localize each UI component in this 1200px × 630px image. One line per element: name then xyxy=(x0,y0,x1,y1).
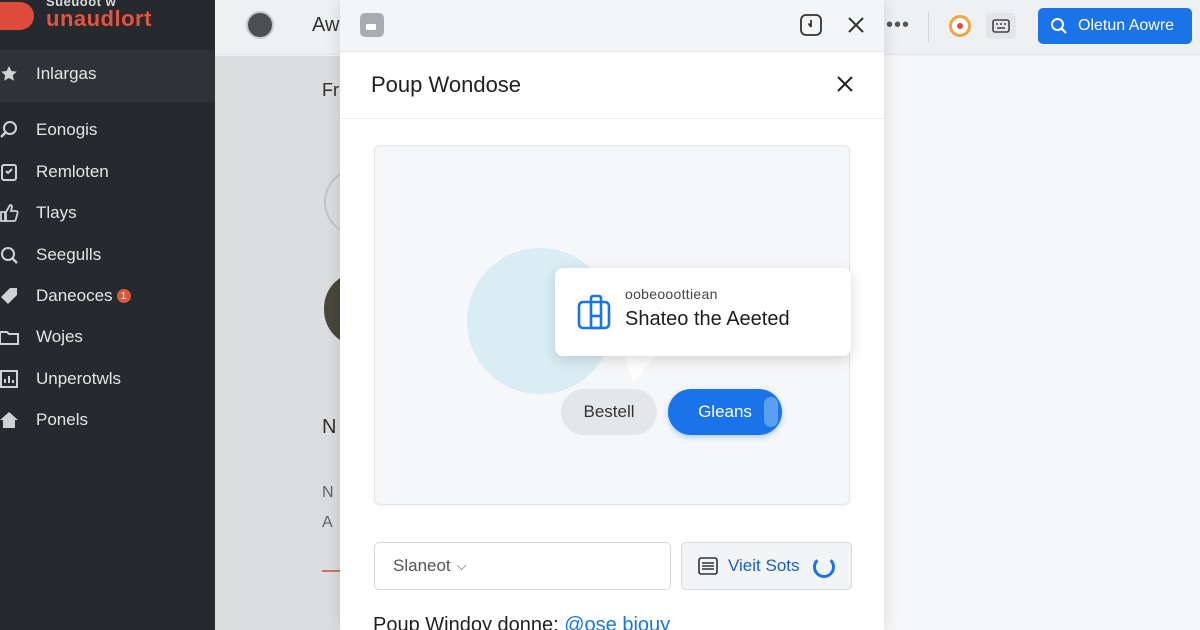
sidebar-item-ponels[interactable]: Ponels xyxy=(0,400,215,440)
search-icon xyxy=(0,244,20,266)
sidebar-item-seegulls[interactable]: Seegulls xyxy=(0,235,215,275)
popup-title: Poup Wondose xyxy=(371,72,522,97)
popup-window: Poup Wondose oobeooottiean Shateo the Ae… xyxy=(340,0,884,630)
star-icon xyxy=(0,63,20,85)
sidebar-item-label: Tlays xyxy=(36,203,77,222)
search-icon xyxy=(1050,17,1068,35)
thumbs-up-icon xyxy=(0,202,20,224)
divider xyxy=(928,12,929,42)
divider xyxy=(340,118,884,119)
cursor-icon xyxy=(764,397,778,427)
sidebar-item-daneoces[interactable]: Daneoces 1 xyxy=(0,276,215,316)
footer-text: Poup Windoy donne: xyxy=(373,614,559,630)
share-document-icon xyxy=(577,294,611,330)
chevron-down-icon: ⌵ xyxy=(456,558,467,573)
clipboard-icon xyxy=(0,161,20,183)
sidebar-item-eonogis[interactable]: Eonogis xyxy=(0,110,215,150)
sidebar-item-label: Unperotwls xyxy=(36,369,122,388)
top-primary-button[interactable]: Oletun Aowre xyxy=(1038,8,1192,44)
view-sets-label: Vieit Sots xyxy=(728,556,800,575)
sidebar-item-label: Seegulls xyxy=(36,245,102,264)
sidebar: Sueuoot w unaudlort Inlargas Eonogis Rem… xyxy=(0,0,215,630)
sidebar-item-inlargas[interactable]: Inlargas xyxy=(0,54,215,94)
sidebar-item-label: Remloten xyxy=(36,162,109,181)
footer-link[interactable]: @ose biouy xyxy=(564,614,670,630)
home-icon xyxy=(0,409,20,431)
sidebar-item-tlays[interactable]: Tlays xyxy=(0,193,215,233)
tooltip-caption: oobeooottiean xyxy=(625,286,718,302)
popup-title-bar xyxy=(340,0,884,52)
sidebar-item-label: Wojes xyxy=(36,327,83,346)
sidebar-item-label: Eonogis xyxy=(36,120,98,139)
tooltip-bubble: oobeooottiean Shateo the Aeeted xyxy=(555,268,851,356)
avatar[interactable] xyxy=(246,11,274,39)
tag-icon xyxy=(0,285,20,307)
brand-name: unaudlort xyxy=(46,6,152,31)
app-icon xyxy=(360,13,384,37)
notification-badge: 1 xyxy=(116,289,131,303)
keyboard-icon[interactable] xyxy=(986,13,1016,39)
brand: Sueuoot w unaudlort xyxy=(0,0,215,48)
folder-icon xyxy=(0,326,20,348)
select-value: Slaneot xyxy=(393,556,451,575)
secondary-button[interactable]: Bestell xyxy=(561,389,657,435)
window-close-icon[interactable] xyxy=(843,12,869,38)
top-primary-button-label: Oletun Aowre xyxy=(1078,17,1175,34)
search-icon xyxy=(0,119,20,141)
sidebar-item-label: Daneoces xyxy=(36,286,113,305)
primary-button-label: Gleans xyxy=(698,402,752,421)
tooltip-text: Shateo the Aeeted xyxy=(625,308,790,330)
view-sets-button[interactable]: Vieit Sots xyxy=(681,542,852,590)
pin-icon[interactable] xyxy=(798,12,824,38)
tooltip-tail xyxy=(623,352,659,382)
backdrop-overlay xyxy=(215,56,340,630)
brand-logo-icon xyxy=(0,2,34,30)
sidebar-item-remloten[interactable]: Remloten xyxy=(0,152,215,192)
status-indicator-icon[interactable] xyxy=(949,15,971,37)
list-icon xyxy=(698,557,718,575)
popup-footer: Poup Windoy donne: @ose biouy xyxy=(373,614,670,630)
sidebar-item-label: Ponels xyxy=(36,410,88,429)
primary-button[interactable]: Gleans xyxy=(668,389,782,435)
chart-icon xyxy=(0,368,20,390)
sidebar-item-label: Inlargas xyxy=(36,64,97,83)
top-bar-text: Aw xyxy=(312,14,340,36)
sidebar-item-wojes[interactable]: Wojes xyxy=(0,317,215,357)
close-icon[interactable] xyxy=(832,71,858,97)
loading-icon xyxy=(813,556,835,578)
sidebar-item-unperotwls[interactable]: Unperotwls xyxy=(0,359,215,399)
select-dropdown[interactable]: Slaneot ⌵ xyxy=(374,542,671,590)
more-options-icon[interactable]: ••• xyxy=(886,14,910,37)
preview-card: oobeooottiean Shateo the Aeeted Bestell … xyxy=(374,145,851,505)
